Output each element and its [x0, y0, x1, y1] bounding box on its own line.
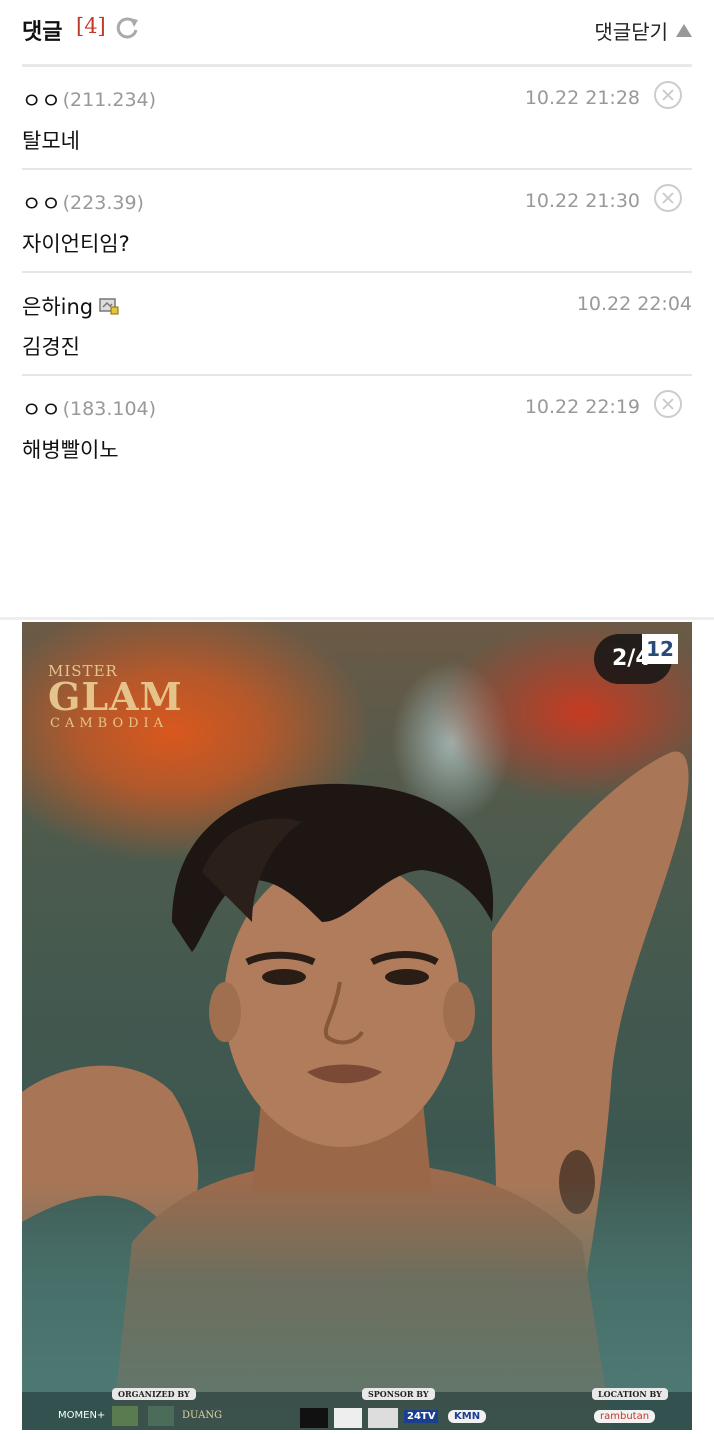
location-by-label: LOCATION BY [592, 1388, 668, 1400]
sponsor-by-label: SPONSOR BY [362, 1388, 435, 1400]
comment-item: ㅇㅇ (211.234) 10.22 21:28 탈모네 [22, 67, 692, 170]
refresh-icon[interactable] [114, 16, 140, 42]
delete-comment-icon[interactable] [654, 81, 682, 109]
location-logo: rambutan [594, 1410, 656, 1423]
member-badge-icon [99, 298, 119, 315]
comment-header: 댓글 [4] 댓글닫기 [22, 0, 692, 67]
logo-line2: GLAM [48, 674, 183, 719]
close-comments-button[interactable]: 댓글닫기 [594, 16, 692, 45]
comment-text: 김경진 [22, 335, 80, 359]
sponsor-logo: KMN [448, 1410, 487, 1423]
comment-text: 해병빨이노 [22, 438, 119, 462]
comment-section: 댓글 [4] 댓글닫기 ㅇㅇ (211.234) 10.22 21:28 탈모네… [22, 0, 692, 477]
comment-ip: (183.104) [62, 398, 157, 420]
comment-item: ㅇㅇ (223.39) 10.22 21:30 자이언티임? [22, 170, 692, 273]
comment-item: ㅇㅇ (183.104) 10.22 22:19 해병빨이노 [22, 376, 692, 477]
comment-time: 10.22 22:04 [576, 293, 692, 315]
comment-ip: (223.39) [62, 192, 144, 214]
post-photo[interactable]: MISTER GLAM CAMBODIA 2/4 12 ORGANIZED BY… [22, 622, 692, 1430]
org-logo-mark [148, 1406, 174, 1426]
delete-comment-icon[interactable] [654, 390, 682, 418]
triangle-up-icon [676, 24, 692, 37]
comment-text: 탈모네 [22, 129, 80, 153]
comment-time: 10.22 22:19 [524, 396, 640, 418]
comment-item: 은하ing 10.22 22:04 김경진 [22, 273, 692, 376]
comment-author[interactable]: ㅇㅇ [22, 85, 61, 115]
comment-text: 자이언티임? [22, 232, 130, 256]
comment-author[interactable]: ㅇㅇ [22, 188, 61, 218]
close-comments-label: 댓글닫기 [594, 20, 668, 44]
sponsor-logo-mark [300, 1408, 328, 1428]
comment-title: 댓글 [22, 20, 63, 45]
comment-author[interactable]: ㅇㅇ [22, 394, 61, 424]
org-logo: DUANG [182, 1410, 223, 1421]
comment-count: [4] [76, 14, 106, 38]
sponsor-logo-mark [368, 1408, 398, 1428]
organized-by-label: ORGANIZED BY [112, 1388, 196, 1400]
section-divider [0, 617, 714, 620]
org-logo: MOMEN+ [58, 1410, 106, 1421]
comment-time: 10.22 21:28 [524, 87, 640, 109]
sponsor-logo-mark [334, 1408, 362, 1428]
org-logo-mark [112, 1406, 138, 1426]
logo-line3: CAMBODIA [50, 716, 169, 731]
comment-time: 10.22 21:30 [524, 190, 640, 212]
comment-author[interactable]: 은하ing [22, 291, 93, 321]
comment-ip: (211.234) [62, 89, 157, 111]
delete-comment-icon[interactable] [654, 184, 682, 212]
sponsor-logo: 24TV [404, 1410, 439, 1423]
page-number-badge: 12 [642, 634, 678, 664]
